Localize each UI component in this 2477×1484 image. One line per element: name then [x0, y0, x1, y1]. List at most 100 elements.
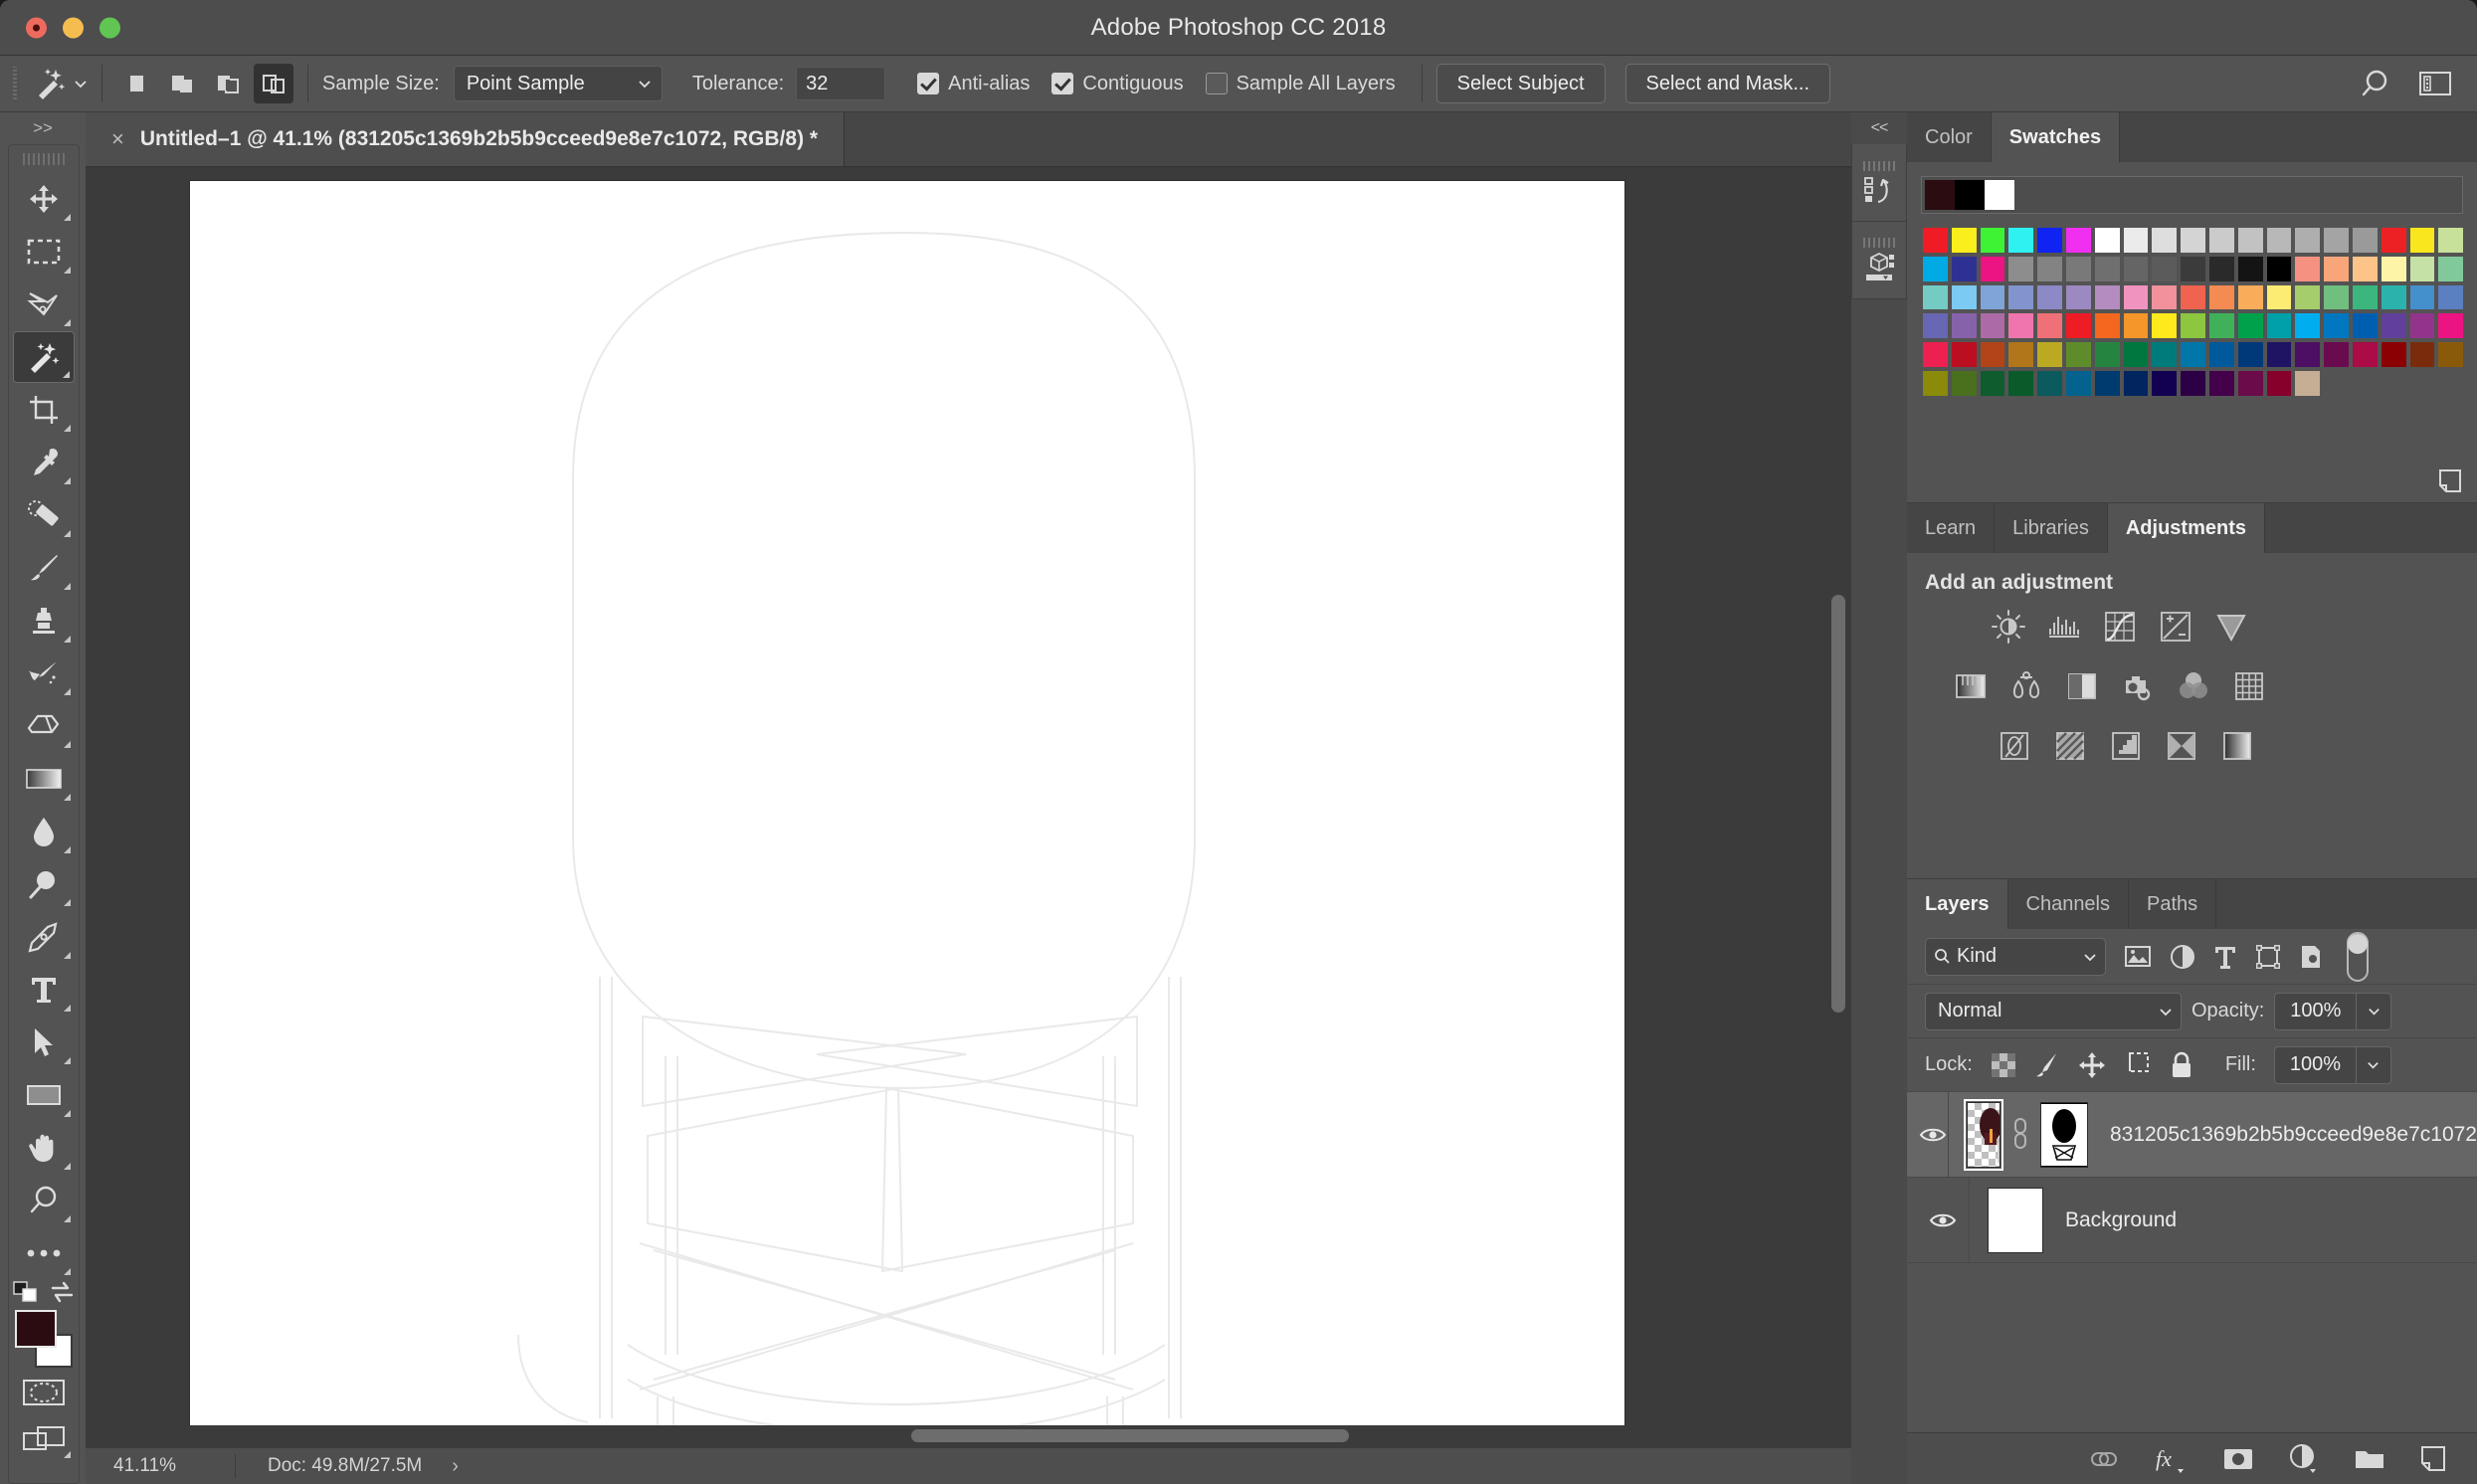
color-swatch[interactable] — [2123, 342, 2149, 367]
color-swatch[interactable] — [2208, 370, 2234, 396]
color-swatch[interactable] — [2409, 313, 2435, 339]
magic-wand-tool[interactable] — [13, 331, 75, 383]
color-swatch[interactable] — [2008, 228, 2034, 253]
color-swatch[interactable] — [2123, 313, 2149, 339]
layer-visibility-toggle[interactable] — [1917, 1125, 1948, 1145]
color-swatch[interactable] — [2037, 370, 2062, 396]
layer-visibility-toggle[interactable] — [1917, 1210, 1969, 1230]
recent-swatch[interactable] — [1985, 180, 2014, 210]
zoom-tool[interactable] — [13, 1175, 75, 1226]
color-swatch[interactable] — [2237, 284, 2263, 310]
color-swatch[interactable] — [1923, 342, 1948, 367]
color-swatch[interactable] — [2094, 313, 2120, 339]
color-swatch[interactable] — [2266, 313, 2292, 339]
color-swatch[interactable] — [1951, 370, 1977, 396]
color-swatch[interactable] — [1951, 256, 1977, 281]
color-swatch[interactable] — [2237, 228, 2263, 253]
filter-type-icon[interactable] — [2213, 944, 2237, 970]
canvas-vertical-scrollbar[interactable] — [1831, 595, 1845, 1013]
recent-swatches-strip[interactable] — [1921, 176, 2463, 214]
color-swatch[interactable] — [2381, 342, 2406, 367]
zoom-level[interactable]: 41.11% — [86, 1455, 235, 1477]
sample-size-select[interactable]: Point Sample — [453, 66, 663, 101]
horizontal-type-tool[interactable] — [13, 964, 75, 1016]
pen-tool[interactable] — [13, 911, 75, 963]
color-swatch[interactable] — [1980, 342, 2005, 367]
color-swatch[interactable] — [1923, 228, 1948, 253]
color-swatch[interactable] — [2065, 284, 2091, 310]
canvas[interactable] — [190, 181, 1624, 1425]
lock-transparent-pixels-icon[interactable] — [1991, 1052, 2016, 1078]
tab-swatches[interactable]: Swatches — [1991, 112, 2121, 162]
channel-mixer-icon[interactable] — [2172, 664, 2215, 708]
color-swatch[interactable] — [2094, 370, 2120, 396]
close-icon[interactable]: × — [111, 126, 124, 152]
color-swatch[interactable] — [2152, 313, 2178, 339]
gradient-tool[interactable] — [13, 753, 75, 805]
fill-input[interactable]: 100% — [2273, 1045, 2356, 1084]
add-layer-mask-icon[interactable] — [2222, 1447, 2254, 1471]
color-swatch[interactable] — [2266, 370, 2292, 396]
color-swatch[interactable] — [2409, 256, 2435, 281]
color-swatch[interactable] — [1951, 228, 1977, 253]
new-layer-icon[interactable] — [2419, 1445, 2447, 1473]
intersect-with-selection-button[interactable] — [254, 64, 293, 103]
color-swatch[interactable] — [2409, 228, 2435, 253]
color-swatch[interactable] — [2352, 342, 2378, 367]
color-swatch[interactable] — [1980, 256, 2005, 281]
anti-alias-checkbox[interactable]: Anti-alias — [917, 73, 1030, 95]
new-selection-button[interactable] — [116, 64, 156, 103]
clone-stamp-tool[interactable] — [13, 595, 75, 647]
color-swatch[interactable] — [2208, 256, 2234, 281]
toolbox-grip[interactable] — [23, 153, 65, 165]
color-swatch[interactable] — [2152, 370, 2178, 396]
color-swatch[interactable] — [2065, 313, 2091, 339]
color-swatch[interactable] — [2094, 256, 2120, 281]
layer-mask-link-icon[interactable] — [2010, 1115, 2030, 1154]
subtract-from-selection-button[interactable] — [208, 64, 248, 103]
color-swatch[interactable] — [2381, 313, 2406, 339]
color-swatch[interactable] — [2381, 256, 2406, 281]
layer-thumbnail[interactable] — [1988, 1187, 2043, 1253]
color-swatch[interactable] — [1923, 313, 1948, 339]
color-swatch[interactable] — [2352, 228, 2378, 253]
color-swatch[interactable] — [2324, 228, 2349, 253]
color-swatch[interactable] — [2237, 256, 2263, 281]
crop-tool[interactable] — [13, 384, 75, 436]
blend-mode-select[interactable]: Normal — [1925, 992, 2182, 1030]
color-swatch[interactable] — [1951, 284, 1977, 310]
color-swatch[interactable] — [2352, 313, 2378, 339]
lasso-tool[interactable] — [13, 278, 75, 330]
link-layers-icon[interactable] — [2087, 1449, 2121, 1469]
color-swatch[interactable] — [2037, 284, 2062, 310]
color-swatch[interactable] — [2094, 284, 2120, 310]
brightness-contrast-icon[interactable] — [1987, 605, 2030, 649]
rectangular-marquee-tool[interactable] — [13, 226, 75, 278]
color-swatch[interactable] — [1980, 370, 2005, 396]
color-swatch[interactable] — [2181, 228, 2205, 253]
default-colors-icon[interactable] — [12, 1280, 40, 1304]
curves-icon[interactable] — [2098, 605, 2142, 649]
search-icon[interactable] — [2358, 67, 2391, 100]
swap-colors-icon[interactable] — [50, 1280, 76, 1304]
color-swatch[interactable] — [2352, 256, 2378, 281]
color-swatch[interactable] — [2094, 228, 2120, 253]
hand-tool[interactable] — [13, 1122, 75, 1174]
new-group-icon[interactable] — [2354, 1447, 2385, 1471]
table-row[interactable]: Background — [1907, 1177, 2477, 1263]
color-swatch[interactable] — [2295, 370, 2321, 396]
select-subject-button[interactable]: Select Subject — [1435, 64, 1606, 103]
tolerance-input[interactable]: 32 — [796, 67, 886, 100]
color-swatch[interactable] — [2381, 228, 2406, 253]
color-swatch[interactable] — [2237, 342, 2263, 367]
color-swatch[interactable] — [1980, 228, 2005, 253]
eyedropper-tool[interactable] — [13, 437, 75, 488]
color-swatch[interactable] — [1980, 313, 2005, 339]
color-swatch[interactable] — [2266, 256, 2292, 281]
recent-swatch[interactable] — [1955, 180, 1985, 210]
tab-libraries[interactable]: Libraries — [1995, 503, 2108, 553]
lock-all-icon[interactable] — [2170, 1051, 2193, 1079]
color-balance-icon[interactable] — [2004, 664, 2048, 708]
invert-icon[interactable] — [1993, 724, 2036, 768]
color-swatch[interactable] — [2295, 313, 2321, 339]
